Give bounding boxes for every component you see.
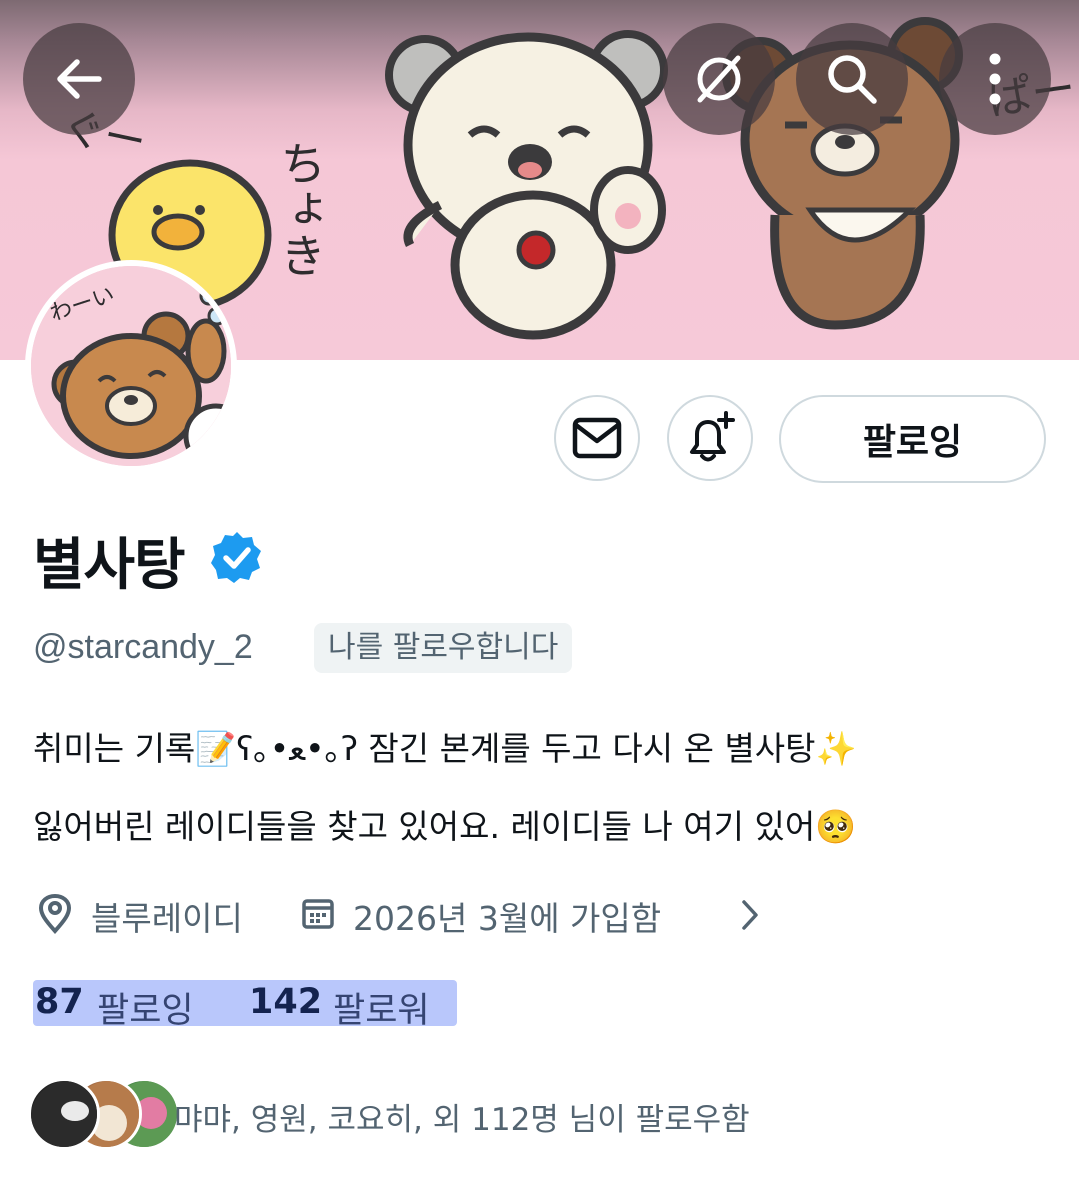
grok-button[interactable]	[663, 23, 775, 135]
more-vertical-icon	[989, 53, 1001, 105]
location-text: 블루레이디	[91, 899, 243, 938]
bio-line-1: 취미는 기록📝ʕ｡•ﻌ•｡ʔ 잠긴 본계를 두고 다시 온 별사탕✨	[33, 729, 857, 768]
avatar-bear-illustration: わーい	[31, 266, 231, 466]
following-label[interactable]: 팔로잉	[97, 982, 194, 1033]
message-button[interactable]	[554, 395, 640, 481]
grok-icon	[697, 55, 741, 103]
follows-you-badge: 나를 팔로우합니다	[314, 623, 573, 673]
back-button[interactable]	[23, 23, 135, 135]
calendar-icon	[302, 899, 334, 929]
search-icon	[828, 55, 877, 104]
back-arrow-icon	[57, 59, 102, 99]
followers-count[interactable]: 142	[249, 982, 322, 1022]
display-name: 별사탕	[33, 533, 186, 598]
joined-date-text[interactable]: 2026년 3월에 가입함	[353, 892, 661, 940]
following-button[interactable]: 팔로잉	[779, 395, 1046, 483]
user-handle: @starcandy_2	[33, 628, 253, 666]
search-button[interactable]	[796, 23, 908, 135]
verified-badge-icon[interactable]	[210, 530, 264, 584]
followed-by-text: 먀먀, 영원, 코요히, 외 112명 님이 팔로우함	[174, 1102, 750, 1138]
banner-text-choki: ちょき	[273, 140, 327, 278]
location-pin-icon	[38, 894, 72, 934]
follower-avatar-1	[28, 1078, 100, 1150]
envelope-icon	[572, 417, 622, 459]
chevron-right-icon[interactable]	[738, 898, 762, 932]
notify-button[interactable]	[667, 395, 753, 481]
followers-label[interactable]: 팔로워	[333, 982, 430, 1033]
profile-avatar[interactable]: わーい	[25, 260, 237, 472]
bell-plus-icon	[690, 411, 735, 462]
follow-stats: 87 팔로잉 142 팔로워	[33, 980, 457, 1031]
more-button[interactable]	[939, 23, 1051, 135]
white-bear-illustration	[385, 30, 668, 340]
bio-line-2: 잃어버린 레이디들을 찾고 있어요. 레이디들 나 여기 있어🥺	[33, 807, 857, 846]
avatar-image: わーい	[31, 266, 231, 466]
following-count[interactable]: 87	[35, 982, 84, 1022]
followed-by-row[interactable]: 먀먀, 영원, 코요히, 외 112명 님이 팔로우함	[28, 1078, 928, 1150]
